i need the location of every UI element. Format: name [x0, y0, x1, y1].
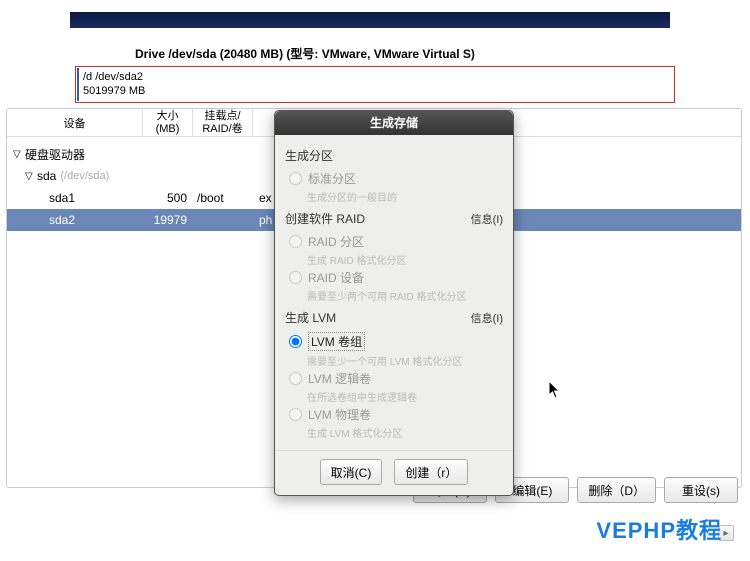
drive-title: Drive /dev/sda (20480 MB) (型号: VMware, V…	[15, 45, 735, 62]
section-create-lvm: 生成 LVM	[285, 309, 336, 326]
dialog-title: 生成存储	[275, 111, 513, 135]
col-size[interactable]: 大小 (MB)	[143, 109, 193, 136]
opt-lvm-pv[interactable]: LVM 物理卷	[285, 404, 503, 423]
drive-dev-line: /d /dev/sda2	[83, 70, 669, 84]
section-create-partition: 生成分区	[285, 147, 333, 164]
raid-info-link[interactable]: 信息(I)	[471, 211, 503, 227]
watermark: VEPHP教程	[596, 513, 722, 545]
cancel-button[interactable]: 取消(C)	[320, 459, 383, 485]
delete-button[interactable]: 删除（D）	[577, 477, 656, 503]
create-storage-dialog: 生成存储 生成分区 标准分区 生成分区的一般目的 创建软件 RAID 信息(I)…	[274, 110, 514, 496]
col-device[interactable]: 设备	[7, 109, 143, 136]
drive-usage-box[interactable]: /d /dev/sda2 5019979 MB	[75, 66, 675, 103]
opt-lvm-vg[interactable]: LVM 卷组	[285, 330, 503, 351]
reset-button[interactable]: 重设(s)	[664, 477, 738, 503]
title-bar	[70, 12, 670, 28]
chevron-down-icon[interactable]: ▽	[13, 149, 25, 160]
col-mount[interactable]: 挂载点/ RAID/卷	[193, 109, 253, 136]
opt-raid-device[interactable]: RAID 设备	[285, 267, 503, 286]
chevron-down-icon[interactable]: ▽	[25, 171, 37, 182]
drive-info: Drive /dev/sda (20480 MB) (型号: VMware, V…	[15, 45, 735, 103]
section-create-raid: 创建软件 RAID	[285, 210, 365, 227]
lvm-info-link[interactable]: 信息(I)	[471, 310, 503, 326]
drive-size-line: 5019979 MB	[83, 84, 669, 98]
opt-standard-partition[interactable]: 标准分区	[285, 168, 503, 187]
opt-lvm-lv[interactable]: LVM 逻辑卷	[285, 368, 503, 387]
opt-raid-partition[interactable]: RAID 分区	[285, 231, 503, 250]
dialog-create-button[interactable]: 创建（r）	[394, 459, 468, 485]
